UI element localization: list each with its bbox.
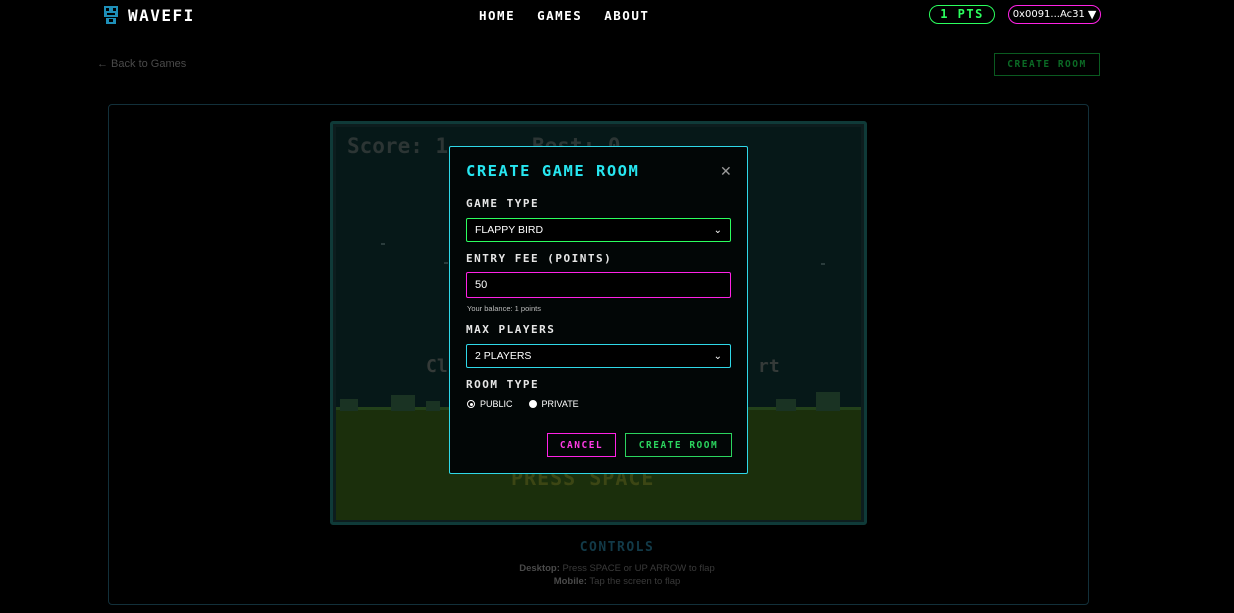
logo[interactable]: WAVEFI bbox=[102, 5, 195, 25]
top-header: WAVEFI HOME GAMES ABOUT 1 PTS 0x0091...A… bbox=[0, 0, 1234, 32]
building bbox=[776, 399, 796, 411]
building bbox=[816, 392, 840, 411]
controls-desktop-label: Desktop: bbox=[519, 563, 560, 574]
chevron-down-icon: ⌄ bbox=[713, 350, 722, 362]
radio-public[interactable] bbox=[467, 400, 475, 408]
start-hint-right: rt bbox=[758, 356, 780, 377]
nav-home[interactable]: HOME bbox=[479, 8, 515, 23]
cancel-button[interactable]: CANCEL bbox=[547, 433, 616, 457]
score-text: Score: 1 bbox=[347, 134, 449, 158]
max-players-select[interactable]: 2 PLAYERS ⌄ bbox=[466, 344, 731, 368]
controls-desktop-text: Press SPACE or UP ARROW to flap bbox=[559, 563, 715, 574]
building bbox=[426, 401, 440, 411]
entry-fee-input[interactable]: 50 bbox=[466, 272, 731, 298]
max-players-value: 2 PLAYERS bbox=[475, 350, 532, 362]
balance-note: Your balance: 1 points bbox=[467, 304, 541, 313]
nav-about[interactable]: ABOUT bbox=[604, 8, 649, 23]
star bbox=[444, 262, 448, 264]
create-room-submit-button[interactable]: CREATE ROOM bbox=[625, 433, 732, 457]
back-to-games-link[interactable]: ← Back to Games bbox=[97, 58, 186, 70]
caret-down-icon: ▼ bbox=[1087, 8, 1097, 21]
radio-private[interactable] bbox=[528, 400, 537, 408]
game-type-value: FLAPPY BIRD bbox=[475, 224, 544, 236]
game-type-select[interactable]: FLAPPY BIRD ⌄ bbox=[466, 218, 731, 242]
logo-text: WAVEFI bbox=[128, 5, 195, 25]
create-room-button[interactable]: CREATE ROOM bbox=[994, 53, 1100, 76]
modal-title: CREATE GAME ROOM bbox=[466, 162, 640, 180]
close-icon[interactable]: ✕ bbox=[720, 164, 732, 180]
controls-mobile-text: Tap the screen to flap bbox=[586, 576, 681, 587]
radio-private-label[interactable]: PRIVATE bbox=[542, 399, 579, 409]
controls-mobile-label: Mobile: bbox=[553, 576, 587, 587]
wallet-button[interactable]: 0x0091...Ac31 ▼ bbox=[1008, 5, 1101, 24]
chevron-down-icon: ⌄ bbox=[713, 224, 722, 236]
building bbox=[391, 395, 415, 411]
points-badge: 1 PTS bbox=[929, 5, 995, 24]
entry-fee-value: 50 bbox=[475, 279, 488, 291]
game-type-label: GAME TYPE bbox=[466, 197, 540, 210]
radio-public-label[interactable]: PUBLIC bbox=[480, 399, 513, 409]
start-hint-left: Cl bbox=[426, 356, 448, 377]
create-room-modal: CREATE GAME ROOM ✕ GAME TYPE FLAPPY BIRD… bbox=[449, 146, 748, 474]
controls-mobile: Mobile: Tap the screen to flap bbox=[0, 576, 1234, 587]
controls-title: CONTROLS bbox=[579, 540, 655, 555]
room-type-radios: PUBLIC PRIVATE bbox=[467, 399, 579, 409]
building bbox=[340, 399, 358, 411]
nav-games[interactable]: GAMES bbox=[537, 8, 582, 23]
room-type-label: ROOM TYPE bbox=[466, 378, 540, 391]
main-nav: HOME GAMES ABOUT bbox=[479, 8, 649, 23]
star bbox=[381, 243, 385, 245]
controls-desktop: Desktop: Press SPACE or UP ARROW to flap bbox=[0, 563, 1234, 574]
robot-logo-icon bbox=[104, 6, 118, 24]
max-players-label: MAX PLAYERS bbox=[466, 323, 556, 336]
wallet-address: 0x0091...Ac31 bbox=[1012, 9, 1085, 20]
entry-fee-label: ENTRY FEE (POINTS) bbox=[466, 252, 613, 265]
star bbox=[821, 263, 825, 265]
